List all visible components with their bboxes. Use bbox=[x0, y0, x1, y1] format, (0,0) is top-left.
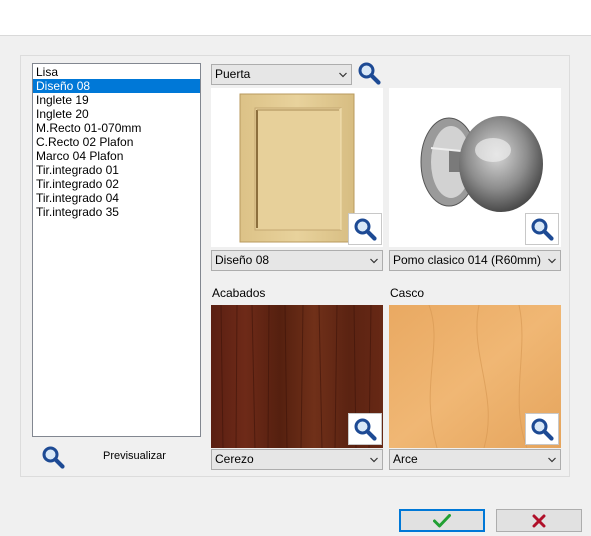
handle-image-panel bbox=[389, 88, 561, 247]
carcass-select-value: Arce bbox=[393, 452, 418, 466]
door-image-panel bbox=[211, 88, 383, 247]
carcass-image-panel bbox=[389, 305, 561, 448]
chevron-down-icon bbox=[548, 257, 556, 265]
preview-button[interactable] bbox=[39, 444, 67, 470]
magnifier-icon bbox=[530, 217, 554, 241]
list-item[interactable]: Tir.integrado 01 bbox=[33, 163, 200, 177]
finishes-select-value: Cerezo bbox=[215, 452, 254, 466]
finishes-label: Acabados bbox=[212, 286, 266, 300]
carcass-zoom-button[interactable] bbox=[525, 413, 559, 445]
list-item-selected[interactable]: Diseño 08 bbox=[33, 79, 200, 93]
title-bar bbox=[0, 0, 591, 36]
list-item[interactable]: Tir.integrado 35 bbox=[33, 205, 200, 219]
handle-model-select-value: Pomo clasico 014 (R60mm) bbox=[393, 253, 542, 267]
list-item[interactable]: Inglete 19 bbox=[33, 93, 200, 107]
category-zoom-button[interactable] bbox=[355, 60, 383, 86]
handle-model-select[interactable]: Pomo clasico 014 (R60mm) bbox=[389, 250, 561, 271]
options-listbox[interactable]: Lisa Diseño 08 Inglete 19 Inglete 20 M.R… bbox=[32, 63, 201, 437]
finishes-image-panel bbox=[211, 305, 383, 448]
door-model-select[interactable]: Diseño 08 bbox=[211, 250, 383, 271]
finishes-zoom-button[interactable] bbox=[348, 413, 382, 445]
door-zoom-button[interactable] bbox=[348, 213, 382, 245]
magnifier-icon bbox=[41, 445, 65, 469]
list-item[interactable]: Tir.integrado 02 bbox=[33, 177, 200, 191]
list-item[interactable]: Lisa bbox=[33, 65, 200, 79]
magnifier-icon bbox=[353, 417, 377, 441]
chevron-down-icon bbox=[548, 456, 556, 464]
chevron-down-icon bbox=[370, 257, 378, 265]
handle-zoom-button[interactable] bbox=[525, 213, 559, 245]
preview-label: Previsualizar bbox=[103, 450, 166, 462]
cancel-button[interactable] bbox=[496, 509, 582, 532]
list-item[interactable]: Marco 04 Plafon bbox=[33, 149, 200, 163]
finishes-select[interactable]: Cerezo bbox=[211, 449, 383, 470]
category-select-value: Puerta bbox=[215, 67, 251, 81]
list-item[interactable]: Tir.integrado 04 bbox=[33, 191, 200, 205]
chevron-down-icon bbox=[339, 71, 347, 79]
door-model-select-value: Diseño 08 bbox=[215, 253, 270, 267]
magnifier-icon bbox=[353, 217, 377, 241]
check-icon bbox=[433, 513, 451, 527]
list-item[interactable]: Inglete 20 bbox=[33, 107, 200, 121]
category-select[interactable]: Puerta bbox=[211, 64, 352, 85]
magnifier-icon bbox=[530, 417, 554, 441]
ok-button[interactable] bbox=[399, 509, 485, 532]
chevron-down-icon bbox=[370, 456, 378, 464]
magnifier-icon bbox=[357, 61, 381, 85]
carcass-label: Casco bbox=[390, 286, 425, 300]
list-item[interactable]: M.Recto 01-070mm bbox=[33, 121, 200, 135]
carcass-select[interactable]: Arce bbox=[389, 449, 561, 470]
list-item[interactable]: C.Recto 02 Plafon bbox=[33, 135, 200, 149]
x-icon bbox=[532, 514, 546, 527]
